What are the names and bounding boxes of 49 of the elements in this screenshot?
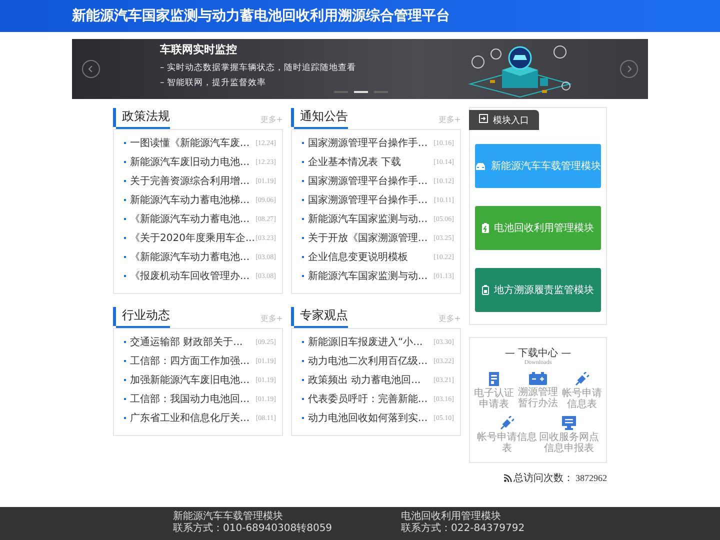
news-link[interactable]: 新能源汽车废旧动力电池...	[130, 154, 256, 168]
battery-icon	[482, 223, 489, 233]
plug-icon[interactable]	[575, 372, 589, 386]
news-link[interactable]: 工信部：四方面工作加强...	[130, 354, 256, 368]
news-link[interactable]: 《关于2020年度乘用车企...	[130, 230, 256, 244]
news-link[interactable]: 关于开放《国家溯源管理...	[308, 230, 434, 244]
footer-text: 联系方式：022-84379792	[401, 523, 526, 535]
rss-icon	[504, 474, 512, 482]
news-link[interactable]: 交通运输部 财政部关于...	[130, 334, 256, 348]
news-link[interactable]: 广东省工业和信息化厅关...	[130, 410, 256, 424]
news-link[interactable]: 新能源汽车国家监测与动...	[308, 268, 434, 282]
footer-text: 联系方式：010-68940308转8059	[173, 523, 334, 535]
news-link[interactable]: 新能源汽车动力蓄电池梯...	[130, 192, 256, 206]
car-icon	[475, 162, 486, 170]
news-link[interactable]: 国家溯源管理平台操作手...	[308, 174, 434, 188]
visit-count: 3872962	[576, 473, 607, 483]
module-tab-label: 模块入口	[493, 114, 529, 126]
battery-icon[interactable]	[529, 372, 547, 385]
news-link[interactable]: 工信部：我国动力电池回...	[130, 392, 256, 406]
banner-text: – 智能联网，提升监督效率	[160, 76, 267, 88]
footer-text: 电池回收利用管理模块	[401, 511, 502, 522]
monitor-icon[interactable]	[562, 416, 576, 430]
banner-text: – 实时动态数据掌握车辆状态，随时追踪随地查看	[160, 62, 356, 74]
battery-icon	[482, 285, 489, 295]
news-link[interactable]: 新能源汽车国家监测与动...	[308, 212, 434, 226]
document-icon[interactable]	[488, 372, 500, 386]
downloads-title: — 下载中心 —	[504, 346, 572, 360]
news-link[interactable]: 《新能源汽车动力蓄电池...	[130, 212, 256, 226]
news-link[interactable]: 关于完善资源综合利用增...	[130, 174, 256, 188]
plug-icon[interactable]	[500, 416, 514, 430]
news-link[interactable]: 国家溯源管理平台操作手...	[308, 192, 434, 206]
site-title: 新能源汽车国家监测与动力蓄电池回收利用溯源综合管理平台	[72, 7, 450, 25]
news-link[interactable]: 代表委员呼吁：完善新能...	[308, 392, 434, 406]
news-link[interactable]: 《报废机动车回收管理办...	[130, 268, 256, 282]
news-link[interactable]: 动力电池二次利用百亿级...	[308, 354, 434, 368]
news-link[interactable]: 政策频出 动力蓄电池回...	[308, 372, 434, 386]
news-link[interactable]: 企业基本情况表 下载	[308, 154, 434, 168]
footer-text: 新能源汽车车载管理模块	[173, 511, 284, 522]
module-button[interactable]: 地方溯源履责监管模块	[475, 268, 601, 312]
login-icon	[479, 114, 488, 126]
banner-title: 车联网实时监控	[160, 42, 238, 56]
news-link[interactable]: 一图读懂《新能源汽车废...	[130, 136, 256, 150]
news-link[interactable]: 加强新能源汽车废旧电池...	[130, 372, 256, 386]
news-link[interactable]: 企业信息变更说明模板	[308, 250, 434, 264]
news-link[interactable]: 新能源旧车报废进入“小...	[308, 334, 434, 348]
news-link[interactable]: 国家溯源管理平台操作手...	[308, 136, 434, 150]
news-link[interactable]: 《新能源汽车动力蓄电池...	[130, 250, 256, 264]
visit-count-label: 总访问次数：	[514, 472, 574, 485]
news-link[interactable]: 动力电池回收如何落到实...	[308, 410, 434, 424]
